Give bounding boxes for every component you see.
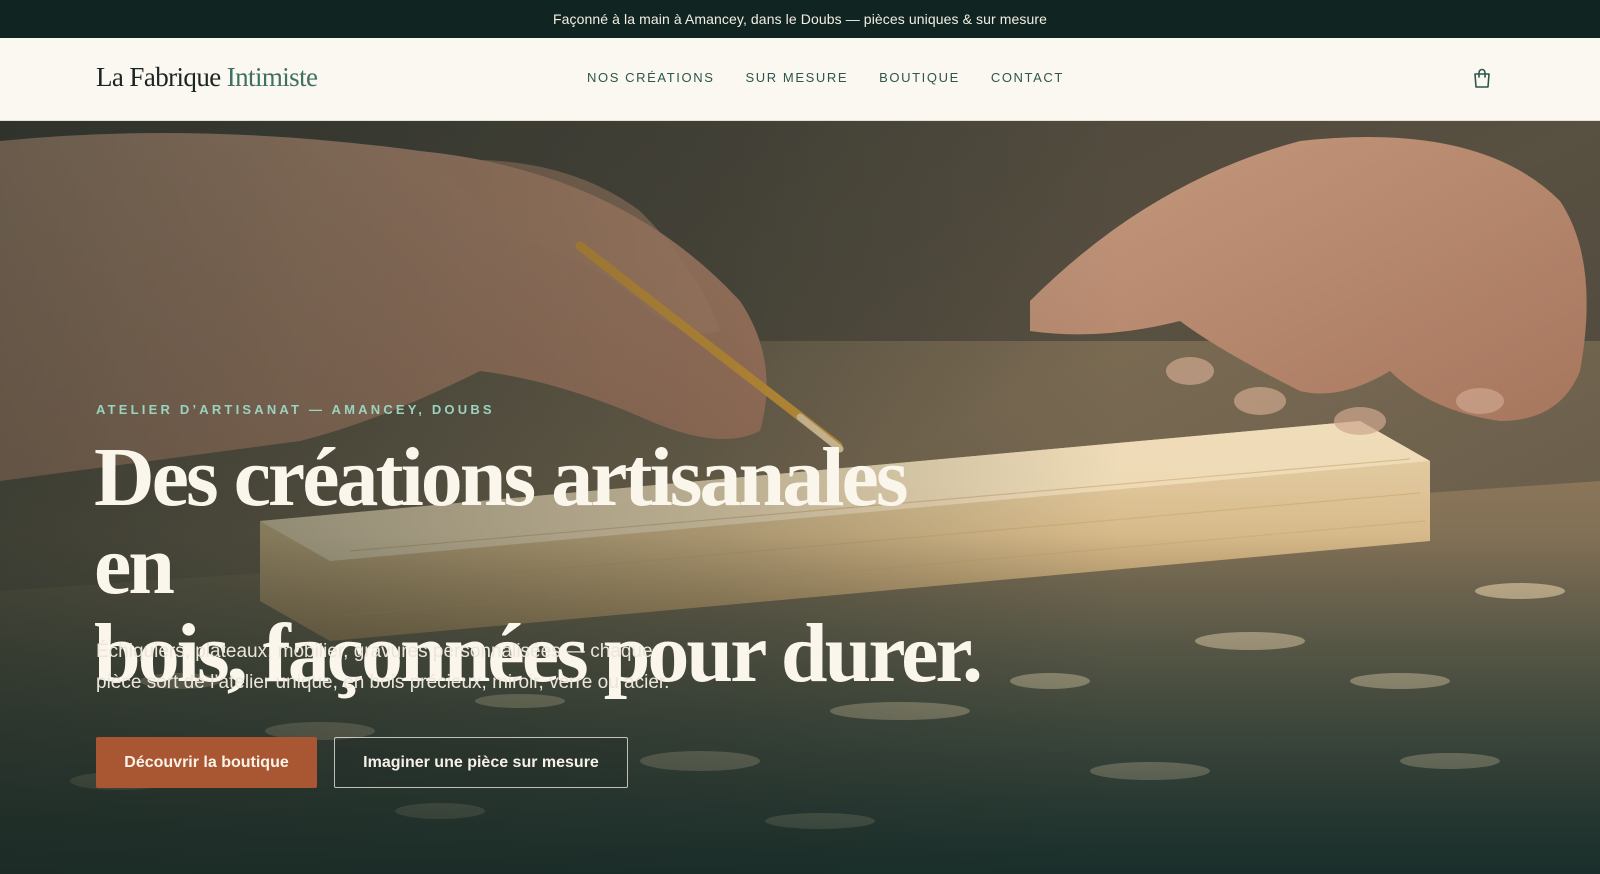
hero-subtitle-line-1: Échiquiers, plateaux, mobilier, gravures… <box>96 641 653 662</box>
custom-piece-button[interactable]: Imaginer une pièce sur mesure <box>334 737 628 788</box>
discover-shop-button[interactable]: Découvrir la boutique <box>96 737 317 788</box>
nav-item-boutique[interactable]: BOUTIQUE <box>879 70 960 85</box>
logo-main: La Fabrique <box>96 62 221 92</box>
nav-item-sur-mesure[interactable]: SUR MESURE <box>745 70 848 85</box>
hero-subtitle: Échiquiers, plateaux, mobilier, gravures… <box>96 636 736 698</box>
main-nav: NOS CRÉATIONS SUR MESURE BOUTIQUE CONTAC… <box>587 70 1095 85</box>
hero-subtitle-line-2: pièce sort de l’atelier unique, en bois … <box>96 672 670 693</box>
site-header: La Fabrique Intimiste NOS CRÉATIONS SUR … <box>0 38 1600 121</box>
hero-headline-line-1: Des créations artisanales en <box>94 431 909 612</box>
hero-eyebrow: ATELIER D’ARTISANAT — AMANCEY, DOUBS <box>96 402 495 417</box>
announcement-text: Façonné à la main à Amancey, dans le Dou… <box>552 11 1048 27</box>
nav-item-contact[interactable]: CONTACT <box>991 70 1064 85</box>
announcement-bar: Façonné à la main à Amancey, dans le Dou… <box>0 0 1600 38</box>
logo[interactable]: La Fabrique Intimiste <box>96 62 318 93</box>
logo-accent: Intimiste <box>226 62 318 92</box>
shopping-bag-icon[interactable] <box>1470 66 1494 90</box>
nav-item-nos-creations[interactable]: NOS CRÉATIONS <box>587 70 714 85</box>
